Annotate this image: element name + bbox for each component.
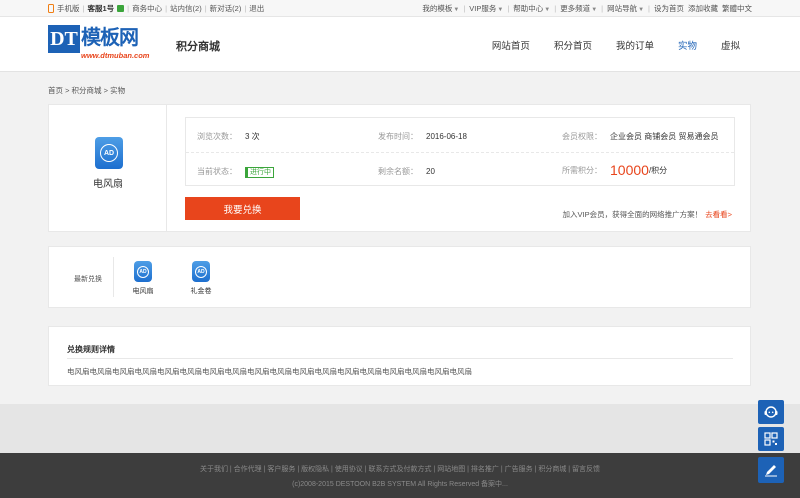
footer-links[interactable]: 关于我们 | 合作代理 | 客户服务 | 版权隐私 | 使用协议 | 联系方式及… [0, 464, 800, 474]
mobile-phone-icon [48, 4, 54, 13]
traditional-chinese-link[interactable]: 繁體中文 [722, 3, 752, 14]
points-value: 10000 [610, 162, 649, 178]
ad-icon[interactable]: AD [95, 137, 123, 169]
chevron-down-icon: ▼ [453, 7, 460, 13]
rules-title: 兑换规则详情 [67, 345, 115, 354]
business-center-link[interactable]: 商务中心 [132, 3, 162, 14]
product-name: 电风扇 [93, 179, 123, 190]
points-field: 所需积分： 10000/积分 [562, 162, 668, 178]
feedback-button[interactable] [758, 457, 784, 483]
vip-service-menu[interactable]: VIP服务▼ [469, 3, 503, 14]
site-header: DT 模板网 www.dtmuban.com 积分商城 网站首页 积分首页 我的… [0, 17, 800, 72]
site-nav-menu[interactable]: 网站导航▼ [607, 3, 644, 14]
divider [186, 152, 734, 153]
site-logo[interactable]: DT 模板网 www.dtmuban.com [48, 25, 166, 63]
pencil-icon [765, 465, 777, 477]
site-footer: 关于我们 | 合作代理 | 客户服务 | 版权隐私 | 使用协议 | 联系方式及… [0, 453, 800, 498]
new-chat-link[interactable]: 新对话(2) [210, 3, 242, 14]
user-name-link[interactable]: 客服1号 [87, 3, 114, 14]
nav-virtual[interactable]: 虚拟 [721, 38, 740, 52]
logo-url: www.dtmuban.com [81, 51, 150, 60]
vip-promo: 加入VIP会员，获得全面的网络推广方案！ 去看看> [562, 210, 732, 219]
my-templates-menu[interactable]: 我的模板▼ [422, 3, 459, 14]
rules-text: 电风扇电风扇电风扇电风扇电风扇电风扇电风扇电风扇电风扇电风扇电风扇电风扇电风扇电… [67, 367, 472, 376]
top-bar-right: 我的模板▼ | VIP服务▼ | 帮助中心▼ | 更多频道▼ | 网站导航▼ |… [422, 3, 752, 14]
set-homepage-link[interactable]: 设为首页 [654, 3, 684, 14]
inbox-link[interactable]: 站内信(2) [170, 3, 202, 14]
qr-code-icon [764, 432, 778, 446]
chevron-down-icon: ▼ [591, 7, 598, 13]
qr-code-button[interactable] [758, 427, 784, 451]
product-summary: AD 电风扇 [49, 105, 167, 231]
breadcrumb[interactable]: 首页 > 积分商城 > 实物 [48, 85, 125, 96]
divider [67, 358, 733, 359]
remaining-field: 剩余名额： 20 [378, 167, 435, 176]
top-bar-left: 手机版 | 客服1号 | 商务中心 | 站内信(2) | 新对话(2) | 退出 [48, 3, 264, 14]
rules-panel: 兑换规则详情 电风扇电风扇电风扇电风扇电风扇电风扇电风扇电风扇电风扇电风扇电风扇… [48, 326, 751, 386]
message-icon[interactable] [117, 5, 125, 12]
site-title: 积分商城 [176, 41, 220, 53]
more-channels-menu[interactable]: 更多频道▼ [560, 3, 597, 14]
redeem-button[interactable]: 我要兑换 [185, 197, 300, 220]
ad-icon: AD [192, 261, 210, 282]
main-nav: 网站首页 积分首页 我的订单 实物 虚拟 [492, 38, 740, 52]
mobile-version-link[interactable]: 手机版 [57, 3, 80, 14]
ad-icon: AD [134, 261, 152, 282]
add-favorite-link[interactable]: 添加收藏 [688, 3, 718, 14]
help-center-menu[interactable]: 帮助中心▼ [513, 3, 550, 14]
nav-physical[interactable]: 实物 [678, 38, 697, 52]
logout-link[interactable]: 退出 [249, 3, 264, 14]
top-bar: 手机版 | 客服1号 | 商务中心 | 站内信(2) | 新对话(2) | 退出… [0, 0, 800, 17]
recent-item[interactable]: AD 电风扇 [128, 261, 158, 296]
product-panel: AD 电风扇 浏览次数： 3 次 发布时间： 2016-06-18 会员权限： 企业会… [48, 104, 751, 232]
logo-wordmark: 模板网 [81, 27, 139, 49]
chevron-down-icon: ▼ [638, 7, 645, 13]
page-bottom-band [0, 404, 800, 453]
recent-item[interactable]: AD 礼金卷 [186, 261, 216, 296]
vip-promo-link[interactable]: 去看看> [705, 210, 732, 219]
nav-points-home[interactable]: 积分首页 [554, 38, 592, 52]
product-info: 浏览次数： 3 次 发布时间： 2016-06-18 会员权限： 企业会员 商铺会员 … [185, 117, 735, 186]
date-field: 发布时间： 2016-06-18 [378, 132, 467, 141]
logo-mark: DT [48, 25, 80, 53]
customer-service-button[interactable] [758, 400, 784, 424]
status-badge: 进行中 [245, 167, 274, 178]
headset-icon [764, 406, 778, 418]
nav-my-orders[interactable]: 我的订单 [616, 38, 654, 52]
divider [113, 257, 114, 297]
chevron-down-icon: ▼ [497, 7, 504, 13]
recent-redemptions: 最新兑换 AD 电风扇 AD 礼金卷 [48, 246, 751, 308]
member-field: 会员权限： 企业会员 商铺会员 贸易通会员 [562, 132, 719, 141]
status-field: 当前状态： 进行中 [197, 166, 274, 178]
recent-label: 最新兑换 [74, 276, 102, 283]
nav-home[interactable]: 网站首页 [492, 38, 530, 52]
chevron-down-icon: ▼ [544, 7, 551, 13]
views-field: 浏览次数： 3 次 [197, 132, 260, 141]
footer-copyright: (c)2008-2015 DESTOON B2B SYSTEM All Righ… [292, 481, 508, 488]
